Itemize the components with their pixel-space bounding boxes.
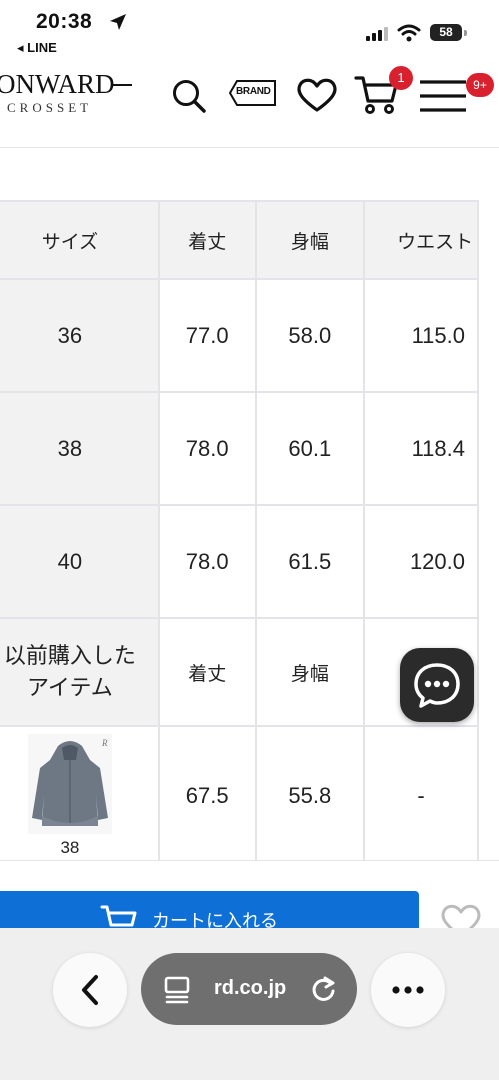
previous-purchase-row: R 38 67.5 55.8 - [0,725,479,862]
browser-back-button[interactable] [53,953,127,1027]
previous-item-size: 38 [60,838,80,857]
browser-more-button[interactable] [371,953,445,1027]
search-icon[interactable] [171,78,209,114]
coat-image: R [31,738,108,826]
chevron-left-icon [82,975,98,1005]
previous-item-thumbnail[interactable]: R [27,734,112,834]
add-to-cart-bar: カートに入れる [0,860,499,930]
favorite-heart-icon[interactable] [440,903,482,930]
width-cell: 60.1 [254,391,366,506]
waist-cell: 120.0 [363,504,479,619]
site-logo[interactable]: ONWARD [0,69,115,100]
battery-indicator: 58 [430,24,462,41]
brand-label: BRAND [236,86,271,97]
length-cell: 77.0 [157,278,257,393]
size-cell: 38 [0,391,160,506]
site-header: ONWARD CROSSET BRAND 1 9+ [0,58,499,148]
prev-length-cell: 67.5 [157,725,257,862]
table-row: 38 78.0 60.1 118.4 [0,391,479,506]
previous-purchase-label-line1: 以前購入した [3,643,136,668]
size-cell: 40 [0,504,160,619]
cart-button-icon [100,905,137,927]
back-to-line-link[interactable]: ◂ LINE [17,40,57,56]
waist-cell: 118.4 [363,391,479,506]
header-waist: ウエスト [363,200,479,280]
width-cell: 58.0 [254,278,366,393]
size-table-container[interactable]: サイズ 着丈 身幅 ウエスト 36 77.0 58.0 115.0 38 78.… [0,200,499,862]
browser-bottom-bar: rd.co.jp [0,928,499,1080]
brand-button[interactable]: BRAND [228,79,278,107]
reader-view-icon[interactable] [163,975,193,1005]
svg-text:R: R [101,738,108,748]
previous-purchase-label: 以前購入した アイテム [0,617,160,727]
address-bar[interactable]: rd.co.jp [141,953,357,1025]
width-cell: 61.5 [254,504,366,619]
status-bar: 20:38 ◂ LINE 58 [0,0,499,58]
length-cell: 78.0 [157,504,257,619]
waist-cell: 115.0 [363,278,479,393]
previous-purchase-label-line2: アイテム [27,675,113,700]
reload-icon[interactable] [309,975,339,1005]
cellular-signal-icon [366,27,388,41]
length-cell: 78.0 [157,391,257,506]
hamburger-menu-icon[interactable] [418,78,468,114]
more-dots-icon [392,986,424,994]
header-size: サイズ [0,200,160,280]
status-time: 20:38 [36,10,93,33]
url-text: rd.co.jp [214,977,287,999]
heart-icon[interactable] [296,77,338,113]
chat-bubble-icon [414,663,460,708]
prev-header-width: 身幅 [254,617,366,727]
size-cell: 36 [0,278,160,393]
menu-count-badge: 9+ [466,73,494,97]
table-row: 36 77.0 58.0 115.0 [0,278,479,393]
site-logo-subtitle: CROSSET [7,100,93,115]
add-to-cart-label: カートに入れる [152,911,278,930]
header-width: 身幅 [254,200,366,280]
header-length: 着丈 [157,200,257,280]
prev-width-cell: 55.8 [254,725,366,862]
size-table: サイズ 着丈 身幅 ウエスト 36 77.0 58.0 115.0 38 78.… [0,200,479,862]
logo-dash [112,84,132,86]
table-header-row: サイズ 着丈 身幅 ウエスト [0,200,479,280]
prev-waist-cell: - [363,725,479,862]
location-arrow-icon [110,14,126,30]
cart-count-badge: 1 [389,66,413,90]
prev-header-length: 着丈 [157,617,257,727]
table-row: 40 78.0 61.5 120.0 [0,504,479,619]
chat-button[interactable] [400,648,474,722]
battery-tip [464,30,467,36]
previous-item-cell[interactable]: R 38 [0,725,160,862]
wifi-icon [397,24,421,42]
